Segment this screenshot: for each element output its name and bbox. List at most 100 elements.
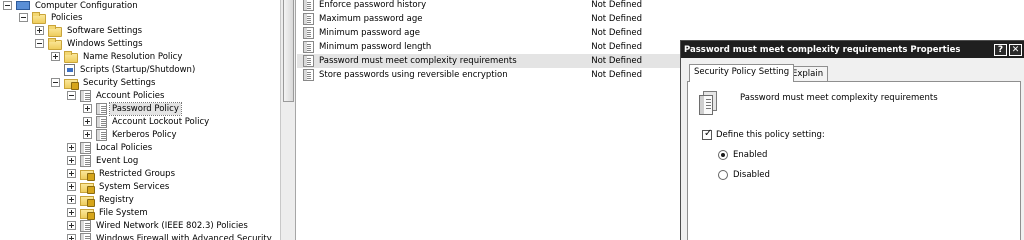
tree-item[interactable]: Windows Settings: [35, 37, 145, 50]
tree-item[interactable]: Security Settings: [51, 76, 157, 90]
policy-icon: [303, 13, 314, 25]
tree-item-label: Windows Firewall with Advanced Security: [96, 233, 272, 240]
policy-icon: [80, 219, 91, 232]
tree-item[interactable]: Wired Network (IEEE 802.3) Policies: [67, 219, 250, 232]
dialog-title: Password must meet complexity requiremen…: [684, 44, 961, 55]
tree-item[interactable]: System Services: [67, 180, 171, 194]
policy-icon: [303, 69, 314, 81]
expand-icon[interactable]: [67, 208, 76, 217]
folder-icon: [64, 50, 78, 63]
tree-item-label: Local Policies: [96, 142, 153, 153]
tree-item[interactable]: Account Policies: [67, 89, 166, 102]
tab-security-policy-setting[interactable]: Security Policy Setting: [689, 64, 795, 82]
policy-icon: [303, 41, 314, 53]
tree-item[interactable]: File System: [67, 206, 150, 220]
tree-item[interactable]: Registry: [67, 193, 136, 207]
dialog-titlebar[interactable]: Password must meet complexity requiremen…: [681, 41, 1024, 58]
collapse-icon[interactable]: [19, 13, 28, 22]
folder-icon: [48, 37, 62, 50]
policy-row[interactable]: Minimum password age Not Defined: [297, 26, 680, 40]
expand-icon[interactable]: [83, 130, 92, 139]
policy-setting-cell: Not Defined: [591, 14, 642, 24]
policy-icon: [303, 0, 314, 11]
tree-item[interactable]: Kerberos Policy: [83, 128, 179, 141]
tree-item-label: Account Lockout Policy: [112, 116, 210, 127]
policy-icon: [80, 232, 91, 240]
policy-icon: [96, 128, 107, 141]
tree-item[interactable]: Event Log: [67, 154, 140, 167]
tree-scrollbar[interactable]: [280, 0, 296, 240]
enabled-radio[interactable]: [718, 150, 728, 160]
help-button[interactable]: ?: [994, 43, 1007, 56]
policy-icon: [80, 89, 91, 102]
expand-icon[interactable]: [67, 182, 76, 191]
expand-icon[interactable]: [83, 104, 92, 113]
policy-list: Enforce password history Not Defined Maxim…: [297, 0, 680, 240]
collapse-icon[interactable]: [3, 1, 12, 10]
expand-icon[interactable]: [67, 195, 76, 204]
tree-item[interactable]: Scripts (Startup/Shutdown): [51, 63, 197, 76]
tree-item-label: Kerberos Policy: [112, 129, 177, 140]
tree-item-label: Account Policies: [96, 90, 165, 101]
policy-row[interactable]: Maximum password age Not Defined: [297, 12, 680, 26]
disabled-radio[interactable]: [718, 170, 728, 180]
tree-item[interactable]: Name Resolution Policy: [51, 50, 184, 63]
policy-setting-cell: Not Defined: [591, 0, 642, 10]
policy-row[interactable]: Password must meet complexity requiremen…: [297, 54, 680, 68]
policy-name-cell: Minimum password age: [319, 28, 420, 38]
tree-item[interactable]: Restricted Groups: [67, 167, 177, 181]
disabled-label: Disabled: [733, 170, 770, 180]
define-policy-checkbox[interactable]: [702, 128, 712, 140]
policy-setting-cell: Not Defined: [591, 70, 642, 80]
policy-setting-cell: Not Defined: [591, 28, 642, 38]
expand-icon[interactable]: [67, 221, 76, 230]
policy-icon: [699, 91, 721, 115]
tree-item-label: Name Resolution Policy: [83, 51, 183, 62]
tree-item[interactable]: Policies: [19, 11, 84, 24]
define-policy-label: Define this policy setting:: [716, 130, 825, 140]
folder-icon: [48, 24, 62, 37]
expand-icon[interactable]: [67, 143, 76, 152]
tree-item-label: Software Settings: [67, 25, 143, 36]
tree-item[interactable]: Local Policies: [67, 141, 154, 154]
tree-item-label: Restricted Groups: [99, 168, 176, 179]
enabled-label: Enabled: [733, 150, 768, 160]
policy-icon: [96, 115, 107, 128]
expand-icon[interactable]: [67, 169, 76, 178]
expand-icon[interactable]: [67, 234, 76, 240]
tree-scrollbar-thumb[interactable]: [283, 0, 294, 102]
script-icon: [64, 63, 75, 76]
lock-folder-icon: [80, 182, 95, 194]
tree-item[interactable]: Windows Firewall with Advanced Security: [67, 232, 274, 240]
tree-item-label: Computer Configuration: [35, 0, 138, 11]
tree-item[interactable]: Account Lockout Policy: [83, 115, 211, 128]
tab-panel: [687, 81, 1021, 240]
close-button[interactable]: ✕: [1009, 43, 1022, 56]
collapse-icon[interactable]: [67, 91, 76, 100]
policy-setting-cell: Not Defined: [591, 56, 642, 66]
tree-item[interactable]: Password Policy: [83, 101, 182, 116]
policy-row[interactable]: Minimum password length Not Defined: [297, 40, 680, 54]
collapse-icon[interactable]: [51, 78, 60, 87]
folder-icon: [32, 11, 46, 24]
tree-item[interactable]: Software Settings: [35, 24, 144, 37]
expand-icon[interactable]: [35, 26, 44, 35]
tree-item-label: System Services: [99, 181, 170, 192]
collapse-icon[interactable]: [35, 39, 44, 48]
policy-row[interactable]: Enforce password history Not Defined: [297, 0, 680, 12]
tree-item-label: Wired Network (IEEE 802.3) Policies: [96, 220, 248, 231]
policy-row[interactable]: Store passwords using reversible encrypt…: [297, 68, 680, 82]
expand-icon[interactable]: [51, 52, 60, 61]
tree-item-label: Security Settings: [83, 77, 156, 88]
tree-item-label: Event Log: [96, 155, 139, 166]
tree-item-label: Password Policy: [109, 101, 182, 116]
policy-name-cell: Minimum password length: [319, 42, 432, 52]
tree-item-label: Windows Settings: [67, 38, 143, 49]
lock-folder-icon: [80, 208, 95, 220]
tree-item-label: Registry: [99, 194, 134, 205]
policy-name-cell: Enforce password history: [319, 0, 427, 10]
tree-item-label: Scripts (Startup/Shutdown): [80, 64, 196, 75]
expand-icon[interactable]: [67, 156, 76, 165]
tree-item-label: Policies: [51, 12, 83, 23]
expand-icon[interactable]: [83, 117, 92, 126]
